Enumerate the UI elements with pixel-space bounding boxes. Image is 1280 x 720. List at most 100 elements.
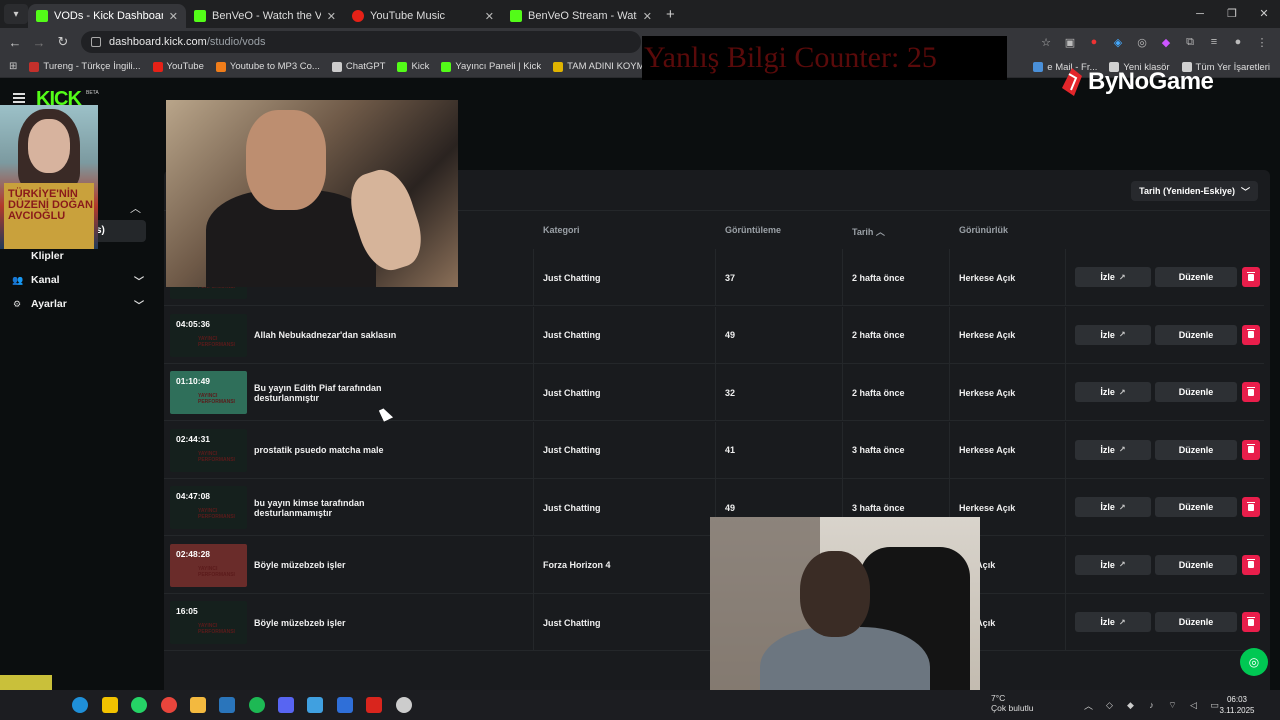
queue-icon[interactable]: ≡	[1202, 36, 1226, 48]
delete-button[interactable]	[1242, 439, 1260, 460]
address-bar[interactable]: dashboard.kick.com/studio/vods	[81, 31, 641, 53]
extension-icon[interactable]: ●	[1082, 36, 1106, 48]
extension-icon[interactable]: ◈	[1106, 36, 1130, 49]
vod-thumbnail[interactable]: 04:05:36 YAYINCI PERFORMANSI	[170, 313, 247, 357]
discord-icon[interactable]	[278, 697, 294, 713]
close-tab-icon[interactable]: ✕	[485, 10, 494, 23]
browser-tab[interactable]: BenVeO - Watch the VOD on K ✕	[186, 4, 344, 28]
edit-button[interactable]: Düzenle	[1155, 612, 1237, 632]
vod-thumbnail[interactable]: 02:44:31 YAYINCI PERFORMANSI	[170, 428, 247, 472]
header-category: Kategori	[543, 225, 580, 235]
acrobat-icon[interactable]	[366, 697, 382, 713]
browser-tab[interactable]: BenVeO Stream - Watch Live or ✕	[502, 4, 660, 28]
edit-button[interactable]: Düzenle	[1155, 324, 1237, 345]
bookmark-item[interactable]: Kick	[397, 61, 429, 72]
profile-avatar-icon[interactable]: ●	[1226, 36, 1250, 48]
extension-icon[interactable]: ◆	[1154, 36, 1178, 49]
sidebar-item-label: Kanal	[31, 274, 60, 286]
close-window-button[interactable]: ✕	[1248, 0, 1280, 28]
chevron-up-icon[interactable]: ︿	[1078, 699, 1099, 712]
obs-icon[interactable]	[396, 697, 412, 713]
chrome-icon[interactable]	[161, 697, 177, 713]
wifi-icon[interactable]: ⌔	[1162, 700, 1183, 711]
steam-icon[interactable]	[219, 697, 235, 713]
tab-search-button[interactable]: ▾	[4, 4, 28, 24]
thumbnail-watermark: YAYINCI PERFORMANSI	[198, 565, 235, 578]
vod-visibility: Herkese Açık	[959, 387, 1016, 398]
tray-app-icon[interactable]: ◇	[1099, 700, 1120, 711]
bookmark-icon	[29, 61, 40, 72]
maximize-button[interactable]: ❐	[1216, 0, 1248, 28]
column-divider	[1065, 364, 1066, 421]
column-divider	[949, 421, 950, 479]
webcam-overlay-top: TÜRKİYE'NİN DÜZENİ DOĞAN AVCIOĞLU	[0, 105, 98, 249]
microphone-icon[interactable]: ♪	[1141, 700, 1162, 710]
browser-tab[interactable]: VODs - Kick Dashboard ✕	[28, 4, 186, 28]
volume-icon[interactable]: ◁	[1183, 700, 1204, 711]
extensions-puzzle-icon[interactable]: ⧉	[1178, 36, 1202, 49]
minimize-button[interactable]: ─	[1184, 0, 1216, 28]
apps-grid-icon[interactable]: ⊞	[9, 61, 17, 72]
weather-widget[interactable]: 7°C Çok bulutlu	[991, 693, 1034, 713]
edge-icon[interactable]	[72, 697, 88, 713]
whatsapp-icon[interactable]	[131, 697, 147, 713]
spotify-icon[interactable]	[249, 697, 265, 713]
support-chat-button[interactable]: ◎	[1240, 648, 1268, 676]
delete-button[interactable]	[1242, 382, 1260, 402]
edit-button[interactable]: Düzenle	[1155, 382, 1237, 402]
bookmark-item[interactable]: Youtube to MP3 Co...	[215, 61, 320, 72]
vod-thumbnail[interactable]: 16:05 YAYINCI PERFORMANSI	[170, 601, 247, 644]
edit-button[interactable]: Düzenle	[1155, 267, 1237, 287]
store-icon[interactable]	[307, 697, 323, 713]
delete-button[interactable]	[1242, 497, 1260, 517]
watch-button[interactable]: İzle ↗	[1075, 324, 1151, 345]
watch-button[interactable]: İzle ↗	[1075, 267, 1151, 287]
files-icon[interactable]	[190, 697, 206, 713]
edit-button[interactable]: Düzenle	[1155, 497, 1237, 517]
delete-button[interactable]	[1242, 324, 1260, 345]
back-button[interactable]: ←	[3, 35, 27, 50]
close-tab-icon[interactable]: ✕	[327, 10, 336, 23]
sidebar-item-channel[interactable]: 👥 Kanal ﹀	[12, 270, 144, 290]
sidebar-item-settings[interactable]: ⚙ Ayarlar ﹀	[12, 294, 144, 314]
watch-button[interactable]: İzle ↗	[1075, 497, 1151, 517]
watch-button[interactable]: İzle ↗	[1075, 439, 1151, 460]
vod-thumbnail[interactable]: 02:48:28 YAYINCI PERFORMANSI	[170, 543, 247, 587]
tray-app-icon[interactable]: ◆	[1120, 700, 1141, 711]
more-menu-icon[interactable]: ⋮	[1250, 36, 1274, 49]
sort-dropdown[interactable]: Tarih (Yeniden-Eskiye) ﹀	[1131, 181, 1258, 201]
forward-button[interactable]: →	[27, 35, 51, 50]
extension-icon[interactable]: ▣	[1058, 36, 1082, 49]
site-info-icon[interactable]	[91, 37, 101, 47]
bookmark-item[interactable]: Tureng - Türkçe İngili...	[29, 61, 141, 72]
edit-button[interactable]: Düzenle	[1155, 439, 1237, 460]
close-tab-icon[interactable]: ✕	[643, 10, 652, 23]
delete-button[interactable]	[1242, 267, 1260, 287]
menu-icon[interactable]	[13, 93, 25, 103]
app-icon[interactable]	[337, 697, 353, 713]
extension-icon[interactable]: ◎	[1130, 36, 1154, 49]
watch-button[interactable]: İzle ↗	[1075, 612, 1151, 632]
reload-button[interactable]: ↻	[51, 34, 75, 50]
sidebar-item-clips[interactable]: Klipler	[12, 246, 144, 266]
chevron-up-icon[interactable]: ︿	[130, 200, 141, 216]
thumbnail-watermark: YAYINCI PERFORMANSI	[198, 393, 235, 405]
taskbar-clock[interactable]: 06:03 3.11.2025	[1213, 694, 1261, 716]
notes-icon[interactable]	[102, 697, 118, 713]
bookmark-star-icon[interactable]: ☆	[1034, 36, 1058, 49]
browser-tab[interactable]: YouTube Music ✕	[344, 4, 502, 28]
edit-button[interactable]: Düzenle	[1155, 554, 1237, 575]
delete-button[interactable]	[1242, 554, 1260, 575]
bookmark-item[interactable]: ChatGPT	[331, 61, 385, 72]
close-tab-icon[interactable]: ✕	[169, 10, 178, 23]
vod-thumbnail[interactable]: 01:10:49 YAYINCI PERFORMANSI	[170, 371, 247, 414]
watch-button[interactable]: İzle ↗	[1075, 554, 1151, 575]
bookmark-item[interactable]: Yayıncı Paneli | Kick	[441, 61, 541, 72]
vod-thumbnail[interactable]: 04:47:08 YAYINCI PERFORMANSI	[170, 486, 247, 529]
bookmark-item[interactable]: YouTube	[152, 61, 204, 72]
bookmark-icon	[331, 61, 342, 72]
new-tab-button[interactable]: +	[666, 6, 675, 23]
header-date[interactable]: Tarih ︿	[852, 225, 885, 238]
delete-button[interactable]	[1242, 612, 1260, 632]
watch-button[interactable]: İzle ↗	[1075, 382, 1151, 402]
